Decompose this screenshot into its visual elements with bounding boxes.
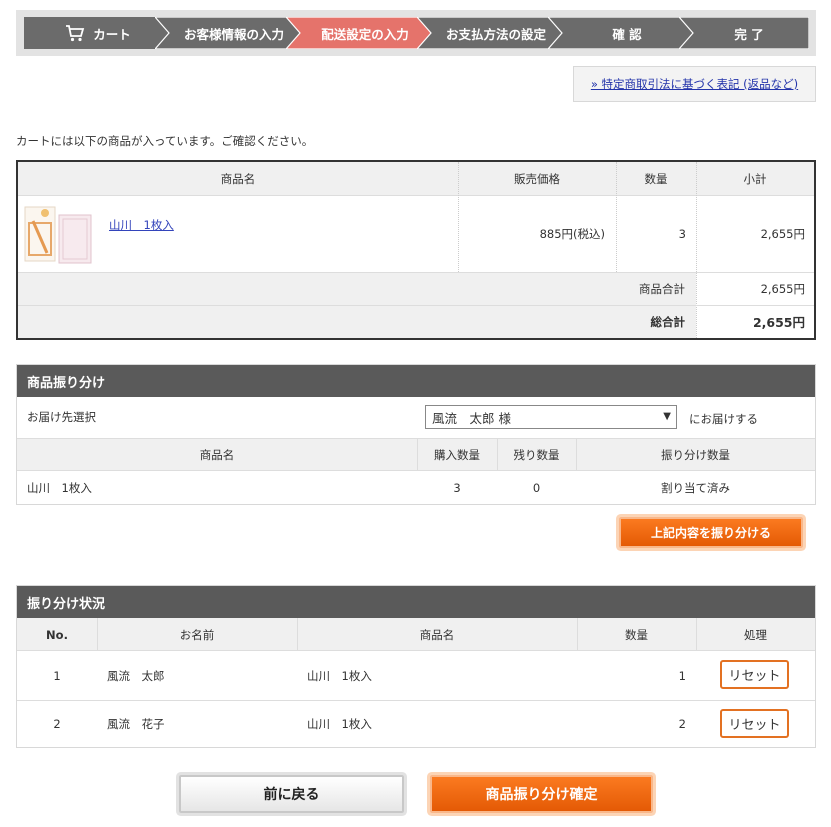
steps-track: カート お客様情報の入力 配送設定の入力 お支払方法の設定 確 認 完 了	[24, 17, 809, 49]
checkout-steps: カート お客様情報の入力 配送設定の入力 お支払方法の設定 確 認 完 了	[16, 10, 816, 56]
step-shipping: 配送設定の入力	[286, 17, 434, 49]
item-price: 885円(税込)	[539, 227, 605, 241]
col-header-name: 商品名	[199, 447, 235, 462]
reset-button-row-1[interactable]: リセット	[720, 660, 789, 689]
destination-select[interactable]: 風流 太郎 様 ▼	[425, 405, 677, 429]
divider	[297, 618, 298, 651]
allocation-title: 商品振り分け	[17, 365, 815, 397]
col-header-name: 商品名	[419, 627, 455, 642]
status-row-2-product: 山川 1枚入	[307, 717, 372, 731]
status-title: 振り分け状況	[17, 586, 815, 618]
step-payment: お支払方法の設定	[417, 17, 565, 49]
divider	[417, 438, 418, 471]
step-label: お支払方法の設定	[445, 26, 546, 42]
alloc-row-name: 山川 1枚入	[27, 480, 92, 495]
law-notice-box: » 特定商取引法に基づく表記 (返品など)	[573, 66, 816, 102]
step-confirm: 確 認	[548, 17, 696, 49]
step-label: 完 了	[734, 26, 764, 42]
cart-intro-text: カートには以下の商品が入っています。ご確認ください。	[16, 134, 314, 148]
dropdown-arrow-icon: ▼	[663, 411, 671, 422]
divider	[577, 618, 578, 651]
alloc-row-status: 割り当て済み	[661, 480, 730, 495]
allocate-button[interactable]: 上記内容を振り分ける	[619, 517, 803, 548]
status-row-1-recipient: 風流 太郎	[107, 668, 165, 683]
dest-label: お届け先選択	[27, 410, 96, 424]
col-header-recipient: お名前	[179, 627, 215, 642]
step-label: 確 認	[612, 26, 642, 42]
status-row-1-qty: 1	[678, 668, 686, 683]
col-header-subtotal: 小計	[743, 172, 767, 186]
alloc-row-bought: 3	[453, 480, 461, 495]
grand-total-label: 総合計	[650, 314, 686, 329]
divider	[97, 618, 98, 651]
cart-table: 商品名 販売価格 数量 小計 山川 1枚入 885円(税込) 3 2,655円 …	[16, 160, 816, 340]
reset-button-row-2[interactable]: リセット	[720, 709, 789, 738]
allocation-section: 商品振り分け お届け先選択 にお届けする 商品名 購入数量 残り数量 振り分け数…	[16, 364, 816, 505]
status-row-2-qty: 2	[678, 717, 686, 731]
alloc-row-remaining: 0	[532, 480, 541, 495]
col-header-name: 商品名	[220, 172, 256, 186]
back-button[interactable]: 前に戻る	[179, 775, 404, 813]
product-link[interactable]: 山川 1枚入	[109, 217, 174, 233]
status-row-2-no: 2	[53, 717, 61, 731]
step-customer-info: お客様情報の入力	[155, 17, 303, 49]
goods-total-label: 商品合計	[639, 281, 685, 296]
divider	[696, 618, 697, 651]
col-header-qty: 数量	[625, 627, 648, 642]
confirm-allocation-button[interactable]: 商品振り分け確定	[430, 775, 653, 813]
cart-icon	[66, 25, 85, 42]
status-section: 振り分け状況 No. お名前 商品名 数量 処理 1 風流 太郎 山川 1枚入 …	[16, 585, 816, 748]
col-header-action: 処理	[744, 627, 767, 642]
col-header-no: No.	[46, 627, 68, 642]
col-header-qty: 数量	[644, 172, 668, 186]
col-header-price: 販売価格	[514, 172, 560, 186]
col-header-remaining: 残り数量	[513, 447, 560, 462]
step-label: 配送設定の入力	[321, 26, 409, 42]
status-row-1-no: 1	[53, 668, 61, 683]
divider	[497, 438, 498, 471]
step-cart: カート	[24, 17, 172, 49]
goods-total-value: 2,655円	[760, 281, 805, 296]
step-label: お客様情報の入力	[183, 26, 284, 42]
status-row-2-recipient: 風流 花子	[107, 717, 165, 731]
item-qty: 3	[678, 227, 686, 241]
product-thumbnail[interactable]	[23, 203, 93, 265]
law-notice-link[interactable]: » 特定商取引法に基づく表記 (返品など)	[591, 76, 798, 92]
item-subtotal: 2,655円	[760, 227, 805, 241]
grand-total-value: 2,655円	[752, 315, 805, 330]
destination-select-value: 風流 太郎 様	[432, 410, 511, 426]
divider	[18, 305, 814, 306]
step-label: カート	[93, 26, 131, 42]
divider	[576, 438, 577, 471]
step-complete: 完 了	[679, 17, 809, 49]
col-header-bought: 購入数量	[434, 447, 480, 462]
dest-suffix: にお届けする	[689, 412, 758, 426]
col-header-alloc: 振り分け数量	[661, 447, 730, 462]
status-row-1-product: 山川 1枚入	[307, 668, 372, 683]
